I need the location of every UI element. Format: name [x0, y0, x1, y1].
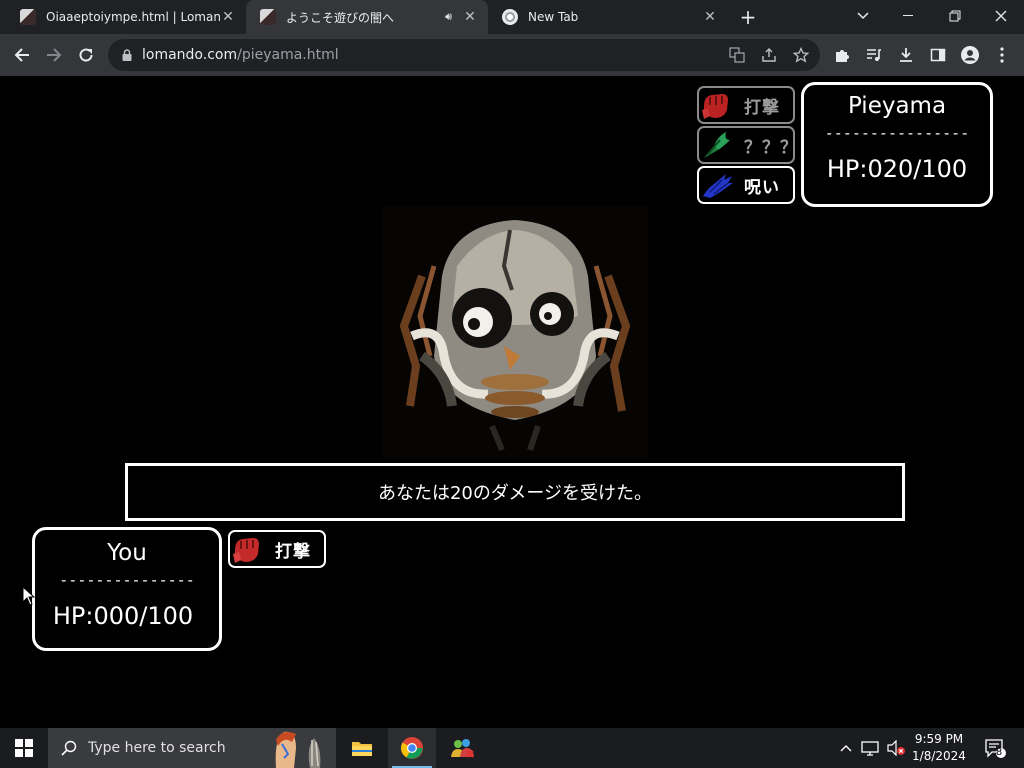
close-window-button[interactable]: [978, 0, 1024, 32]
enemy-skill-curse: 呪い: [697, 166, 795, 204]
search-placeholder: Type here to search: [88, 740, 226, 756]
notification-center-icon[interactable]: 8: [980, 728, 1010, 768]
network-icon[interactable]: [858, 728, 882, 768]
tab-search-chevron-icon[interactable]: [840, 0, 886, 32]
tab-pieyama[interactable]: ようこそ遊びの闇へ 🔊︎ ✕: [246, 0, 488, 34]
bookmark-star-icon[interactable]: [789, 43, 813, 67]
skill-label: ？？？: [744, 137, 798, 158]
tab-title: ようこそ遊びの闇へ: [286, 10, 395, 25]
player-hp: HP:000/100: [52, 602, 194, 630]
notification-count: 8: [995, 747, 1003, 758]
close-tab-icon[interactable]: ✕: [702, 9, 718, 25]
tab-new-tab[interactable]: New Tab ✕: [488, 0, 728, 34]
battle-message-text: あなたは20のダメージを受けた。: [377, 483, 652, 504]
fist-icon: [233, 538, 259, 563]
status-divider: ----------------: [824, 124, 970, 142]
player-name: You: [107, 540, 147, 566]
tab-title: New Tab: [528, 10, 579, 24]
windows-logo-icon: [15, 739, 33, 757]
pieyama-monster-sprite: [382, 206, 648, 458]
start-button[interactable]: [0, 728, 48, 768]
mouse-cursor-icon: [22, 586, 36, 606]
browser-tab-strip: Oiaaeptoiympe.html | Lomando ✕ ようこそ遊びの闇へ…: [0, 0, 1024, 34]
battle-message-box: あなたは20のダメージを受けた。: [125, 463, 905, 521]
translate-icon[interactable]: [725, 43, 749, 67]
status-divider: ---------------: [59, 571, 195, 589]
lock-icon[interactable]: [120, 48, 134, 62]
windows-taskbar: Type here to search 9:59 PM 1/8/2024 8: [0, 728, 1024, 768]
forward-arrow-icon[interactable]: [40, 41, 68, 69]
taskbar-clock[interactable]: 9:59 PM 1/8/2024: [905, 731, 973, 765]
people-app-taskbar-icon[interactable]: [438, 728, 486, 768]
enemy-status-panel: Pieyama ---------------- HP:020/100: [801, 82, 993, 207]
fist-icon: [702, 94, 728, 119]
close-tab-icon[interactable]: ✕: [462, 9, 478, 25]
new-tab-button[interactable]: +: [736, 5, 760, 29]
taskbar-search-box[interactable]: Type here to search: [48, 728, 336, 768]
chrome-menu-icon[interactable]: [988, 41, 1016, 69]
skill-label: 打撃: [275, 541, 311, 562]
clock-date: 1/8/2024: [912, 749, 966, 763]
audio-playing-icon[interactable]: 🔊︎: [445, 10, 452, 24]
chrome-favicon-icon: [502, 9, 518, 25]
search-highlight-art-icon[interactable]: [266, 728, 330, 768]
close-tab-icon[interactable]: ✕: [220, 9, 236, 25]
player-skill-strike-button[interactable]: 打撃: [228, 530, 326, 568]
file-explorer-taskbar-icon[interactable]: [338, 728, 386, 768]
side-panel-icon[interactable]: [924, 41, 952, 69]
site-favicon-icon: [20, 9, 36, 25]
back-arrow-icon[interactable]: [8, 41, 36, 69]
extensions-puzzle-icon[interactable]: [828, 41, 856, 69]
url-host: lomando.com: [142, 47, 238, 63]
search-icon: [60, 739, 78, 757]
enemy-name: Pieyama: [847, 93, 947, 119]
show-hidden-icons-chevron-icon[interactable]: [836, 728, 856, 768]
blue-hand-icon: [703, 174, 733, 198]
profile-avatar-icon[interactable]: [956, 41, 984, 69]
url-text: lomando.com/pieyama.html: [142, 47, 339, 63]
address-bar[interactable]: lomando.com/pieyama.html: [108, 39, 820, 71]
site-favicon-icon: [260, 9, 276, 25]
url-path: /pieyama.html: [237, 47, 339, 63]
enemy-hp: HP:020/100: [826, 155, 968, 183]
game-screen: 打撃 ？？？ 呪い Pieyama ---------------- HP:02…: [0, 76, 1024, 728]
minimize-button[interactable]: [886, 0, 932, 32]
green-claw-icon: [704, 132, 730, 158]
enemy-skill-unknown: ？？？: [697, 126, 798, 164]
clock-time: 9:59 PM: [914, 732, 964, 746]
reload-icon[interactable]: [72, 41, 100, 69]
share-icon[interactable]: [757, 43, 781, 67]
tab-oiaaeptoiympe[interactable]: Oiaaeptoiympe.html | Lomando ✕: [6, 0, 246, 34]
skill-label: 呪い: [744, 177, 780, 198]
media-control-icon[interactable]: [860, 41, 888, 69]
player-status-panel: You --------------- HP:000/100: [32, 527, 222, 651]
restore-button[interactable]: [932, 0, 978, 32]
tab-title: Oiaaeptoiympe.html | Lomando: [46, 10, 220, 24]
enemy-skill-strike: 打撃: [697, 86, 795, 124]
download-icon[interactable]: [892, 41, 920, 69]
browser-toolbar: lomando.com/pieyama.html: [0, 34, 1024, 76]
skill-label: 打撃: [744, 97, 780, 118]
chrome-taskbar-icon[interactable]: [388, 728, 436, 768]
